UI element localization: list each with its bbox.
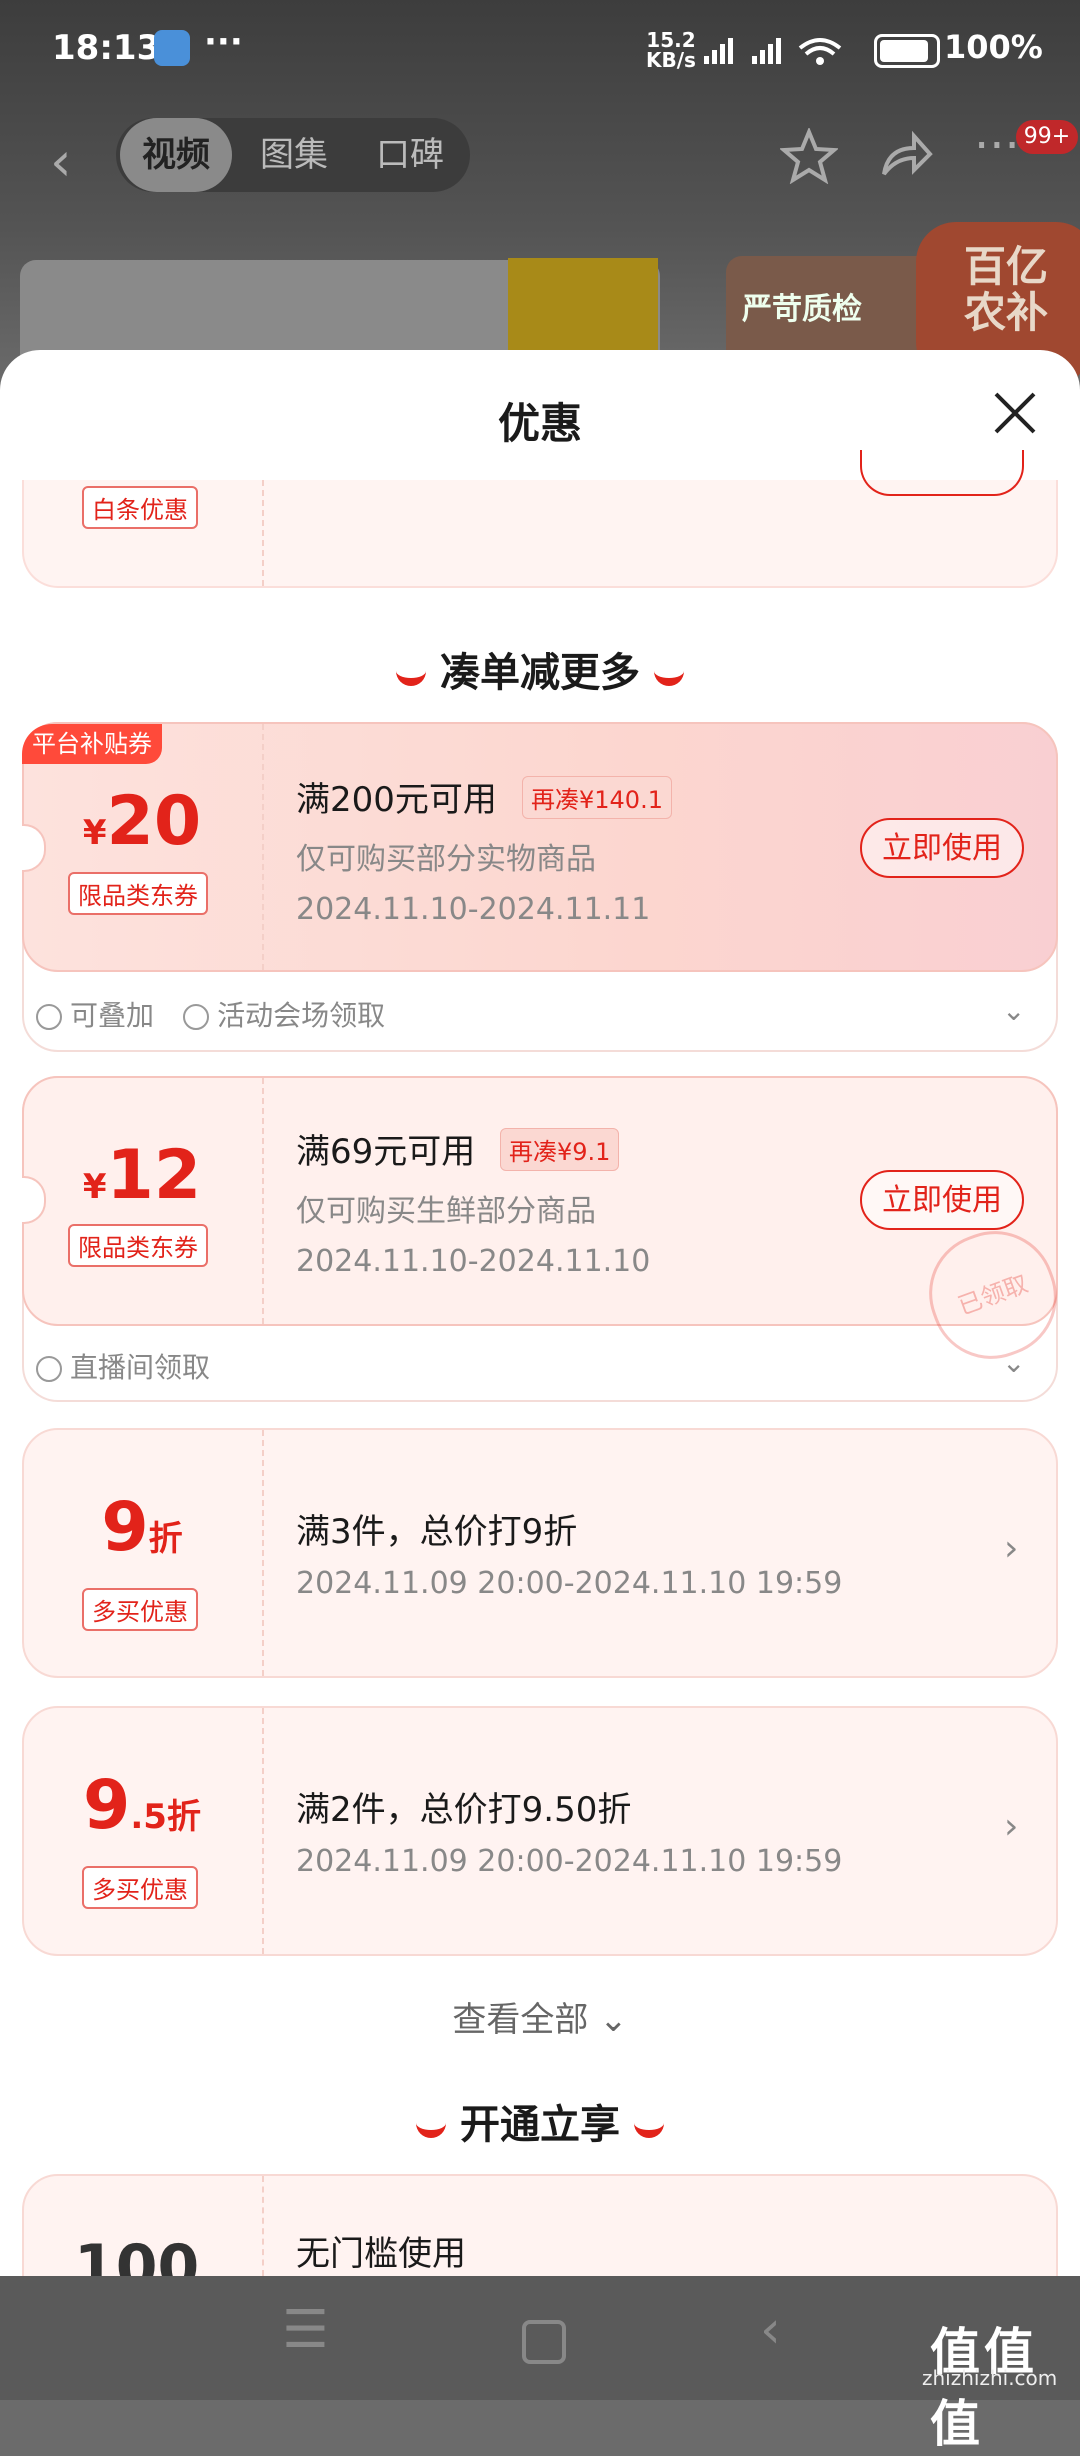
- back-nav-icon[interactable]: ‹: [760, 2300, 781, 2360]
- stack-icon: [36, 1004, 62, 1030]
- chevron-right-icon[interactable]: ›: [1004, 1528, 1018, 1569]
- coupon-2-category-tag: 限品类东券: [68, 1224, 208, 1267]
- card-divider: [262, 480, 264, 586]
- platform-subsidy-tag: 平台补贴券: [22, 724, 162, 764]
- coupon-1-desc: 仅可购买部分实物商品: [296, 842, 596, 877]
- ticket-icon: [183, 1004, 210, 1030]
- section-title-more: 凑单减更多: [0, 640, 1080, 698]
- discount-1-title: 满3件，总价打9折: [296, 1512, 578, 1552]
- network-speed: 15.2 KB/s: [646, 28, 696, 72]
- chevron-down-icon[interactable]: ⌄: [1002, 994, 1025, 1027]
- chevron-right-icon[interactable]: ›: [1004, 1806, 1018, 1847]
- chevron-down-icon[interactable]: ⌄: [1002, 1346, 1025, 1379]
- coupon-divider: [262, 724, 264, 970]
- app-notification-icon: [154, 30, 190, 66]
- tab-gallery[interactable]: 图集: [238, 118, 350, 192]
- view-all-link[interactable]: 查看全部 ⌄: [0, 1992, 1080, 2041]
- coupon-1-condition: 满200元可用: [296, 780, 497, 820]
- home-icon[interactable]: [522, 2320, 566, 2364]
- tab-reviews[interactable]: 口碑: [354, 118, 466, 192]
- more-menu-icon[interactable]: ···: [974, 118, 1020, 174]
- discount-2-tag: 多买优惠: [82, 1866, 198, 1909]
- status-more: ···: [204, 22, 243, 62]
- coupon-2-amount: ¥12: [82, 1136, 202, 1215]
- coupon-1-date: 2024.11.10-2024.11.11: [296, 892, 651, 927]
- coupon-2-date: 2024.11.10-2024.11.10: [296, 1244, 651, 1279]
- coupon-2-desc: 仅可购买生鲜部分商品: [296, 1194, 596, 1229]
- coupon-1-amount: ¥20: [82, 782, 202, 861]
- discount-1-date: 2024.11.09 20:00-2024.11.10 19:59: [296, 1566, 843, 1601]
- discount-1-tag: 多买优惠: [82, 1588, 198, 1631]
- baitiao-tag: 白条优惠: [82, 486, 198, 529]
- watermark-site: zhizhizhi.com: [922, 2366, 1058, 2390]
- discount-1-value: 9折: [101, 1488, 183, 1567]
- star-favorite-icon[interactable]: [780, 128, 838, 184]
- sheet-title: 优惠: [497, 399, 582, 448]
- coupon-divider: [262, 1078, 264, 1324]
- tab-video[interactable]: 视频: [120, 118, 232, 192]
- coupon-2-gap-badge: 再凑¥9.1: [500, 1128, 620, 1171]
- card-divider: [262, 2176, 264, 2276]
- baitiao-button[interactable]: [860, 450, 1024, 496]
- coupon-2-use-button[interactable]: 立即使用: [860, 1170, 1024, 1230]
- coupon-1-category-tag: 限品类东券: [68, 872, 208, 915]
- coupon-2-footer: 直播间领取: [36, 1346, 210, 1386]
- coupon-1-use-button[interactable]: 立即使用: [860, 818, 1024, 878]
- close-icon[interactable]: [992, 390, 1038, 436]
- membership-title: 无门槛使用: [296, 2234, 466, 2274]
- section-title-open: 开通立享: [0, 2092, 1080, 2150]
- coupon-1-footer: 可叠加 活动会场领取: [36, 994, 385, 1034]
- card-divider: [262, 1430, 264, 1676]
- coupon-1-gap-badge: 再凑¥140.1: [522, 776, 672, 819]
- battery-percent: 100%: [944, 28, 1043, 66]
- battery-level: [880, 40, 928, 62]
- discount-2-title: 满2件，总价打9.50折: [296, 1790, 632, 1830]
- signal-wifi-icons: [704, 38, 842, 65]
- message-count-badge: 99+: [1016, 120, 1078, 154]
- discount-2-value: 9.5折: [83, 1766, 201, 1845]
- coupon-2-condition: 满69元可用: [296, 1132, 476, 1172]
- back-arrow-icon[interactable]: ‹: [50, 130, 72, 193]
- share-icon[interactable]: [878, 130, 934, 180]
- discount-2-date: 2024.11.09 20:00-2024.11.10 19:59: [296, 1844, 843, 1879]
- menu-icon[interactable]: ☰: [282, 2300, 329, 2360]
- card-divider: [262, 1708, 264, 1954]
- status-time: 18:13: [52, 28, 161, 68]
- ticket-icon: [36, 1356, 62, 1382]
